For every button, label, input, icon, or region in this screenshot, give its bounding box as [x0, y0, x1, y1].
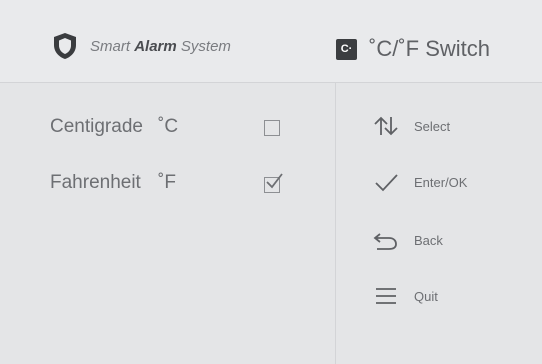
- shield-icon: [54, 33, 76, 59]
- key-back: Back: [372, 227, 443, 253]
- back-arrow-icon: [372, 228, 400, 252]
- key-label: Select: [414, 118, 451, 134]
- key-label: Back: [414, 232, 443, 248]
- key-label: Quit: [414, 288, 438, 304]
- brand-name: Smart Alarm System: [90, 37, 231, 55]
- header-bar: Smart Alarm System C· ˚C/˚F Switch: [0, 0, 542, 83]
- option-label: Centigrade: [50, 116, 143, 137]
- options-panel: Centigrade ˚C Fahrenheit ˚F: [0, 83, 335, 364]
- option-fahrenheit[interactable]: Fahrenheit ˚F: [50, 168, 218, 198]
- centigrade-checkbox[interactable]: [264, 120, 280, 136]
- key-quit: Quit: [372, 283, 438, 309]
- check-icon: [372, 170, 400, 194]
- temperature-icon: C·: [336, 38, 357, 60]
- key-enter: Enter/OK: [372, 169, 467, 195]
- option-unit: ˚F: [158, 172, 176, 193]
- menu-icon: [372, 284, 400, 308]
- brand: Smart Alarm System: [52, 32, 231, 60]
- option-label: Fahrenheit: [50, 172, 141, 193]
- checkmark-icon: [266, 173, 283, 189]
- key-legend: Select Enter/OK Back Quit: [336, 83, 542, 364]
- page-title: ˚C/˚F Switch: [369, 36, 490, 61]
- up-down-arrows-icon: [372, 114, 400, 138]
- option-unit: ˚C: [158, 116, 179, 137]
- key-select: Select: [372, 113, 450, 139]
- option-centigrade[interactable]: Centigrade ˚C: [50, 112, 218, 142]
- fahrenheit-checkbox[interactable]: [264, 173, 283, 193]
- key-label: Enter/OK: [414, 174, 468, 190]
- title-area: C· ˚C/˚F Switch: [336, 36, 490, 62]
